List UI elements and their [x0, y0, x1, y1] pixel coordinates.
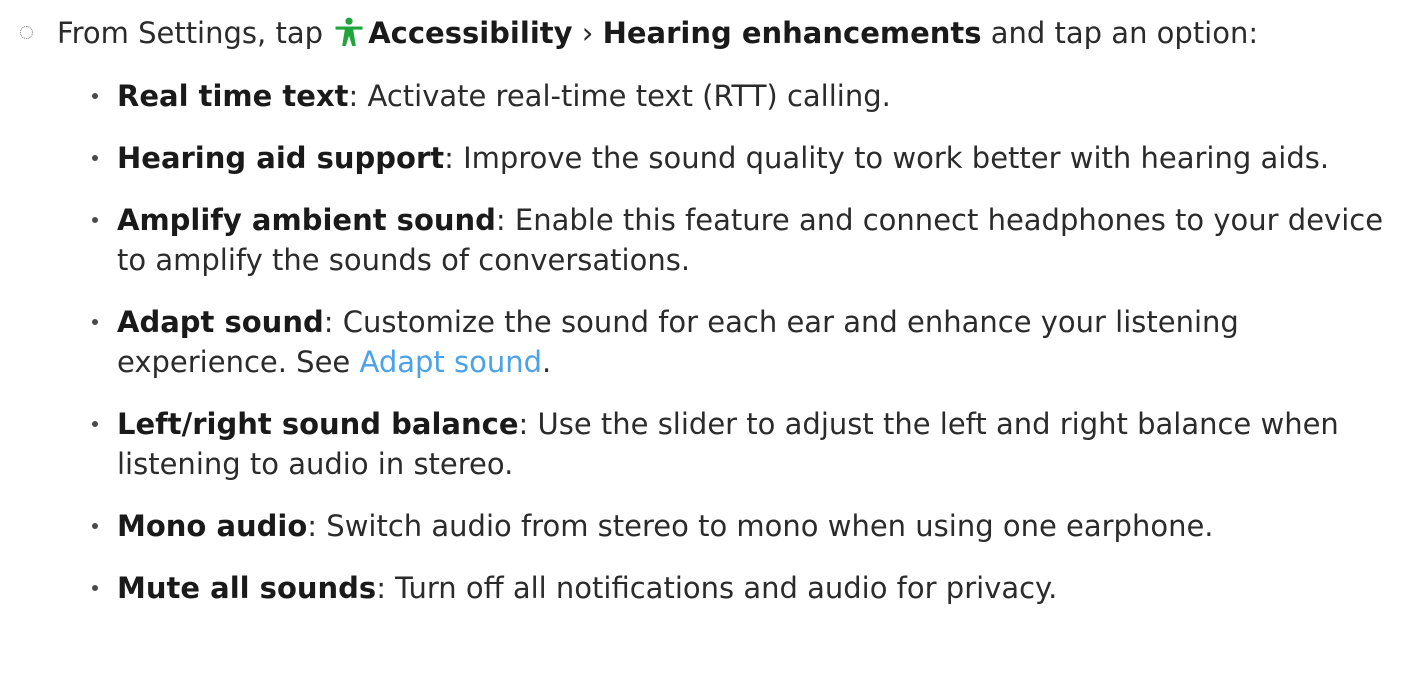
- bullet-dot: [92, 217, 98, 223]
- option-item-adapt-sound: Adapt sound: Customize the sound for eac…: [0, 302, 1407, 382]
- step-text: From Settings, tap Accessibility › Heari…: [57, 14, 1258, 52]
- bullet-dot: [92, 523, 98, 529]
- adapt-sound-link[interactable]: Adapt sound: [359, 345, 542, 379]
- bullet-dot: [92, 421, 98, 427]
- option-item-amplify-ambient-sound: Amplify ambient sound: Enable this featu…: [0, 200, 1407, 280]
- option-item-hearing-aid-support: Hearing aid support: Improve the sound q…: [0, 138, 1407, 178]
- option-term: Left/right sound balance: [117, 407, 519, 441]
- step-bullet-icon: [20, 26, 33, 39]
- option-term: Mute all sounds: [117, 571, 377, 605]
- option-description: : Improve the sound quality to work bett…: [444, 141, 1330, 175]
- option-item-mute-all-sounds: Mute all sounds: Turn off all notificati…: [0, 568, 1407, 608]
- option-description: : Activate real-time text (RTT) calling.: [348, 79, 891, 113]
- step-suffix: and tap an option:: [981, 16, 1259, 50]
- step-prefix: From Settings, tap: [57, 16, 333, 50]
- option-description: : Switch audio from stereo to mono when …: [307, 509, 1214, 543]
- option-term: Mono audio: [117, 509, 308, 543]
- breadcrumb-separator: ›: [572, 16, 603, 50]
- accessibility-term: Accessibility: [368, 16, 573, 50]
- bullet-dot: [92, 585, 98, 591]
- bullet-dot: [92, 319, 98, 325]
- option-term: Amplify ambient sound: [117, 203, 496, 237]
- option-item-real-time-text: Real time text: Activate real-time text …: [0, 76, 1407, 116]
- option-item-mono-audio: Mono audio: Switch audio from stereo to …: [0, 506, 1407, 546]
- option-term: Hearing aid support: [117, 141, 445, 175]
- accessibility-person-icon: [335, 17, 363, 46]
- bullet-dot: [92, 155, 98, 161]
- option-item-left-right-sound-balance: Left/right sound balance: Use the slider…: [0, 404, 1407, 484]
- bullet-dot: [92, 93, 98, 99]
- options-list: Real time text: Activate real-time text …: [0, 76, 1418, 630]
- option-term: Adapt sound: [117, 305, 324, 339]
- option-description: : Turn off all notifications and audio f…: [376, 571, 1058, 605]
- option-term: Real time text: [117, 79, 349, 113]
- hearing-enhancements-term: Hearing enhancements: [602, 16, 982, 50]
- option-trailing-period: .: [542, 345, 552, 379]
